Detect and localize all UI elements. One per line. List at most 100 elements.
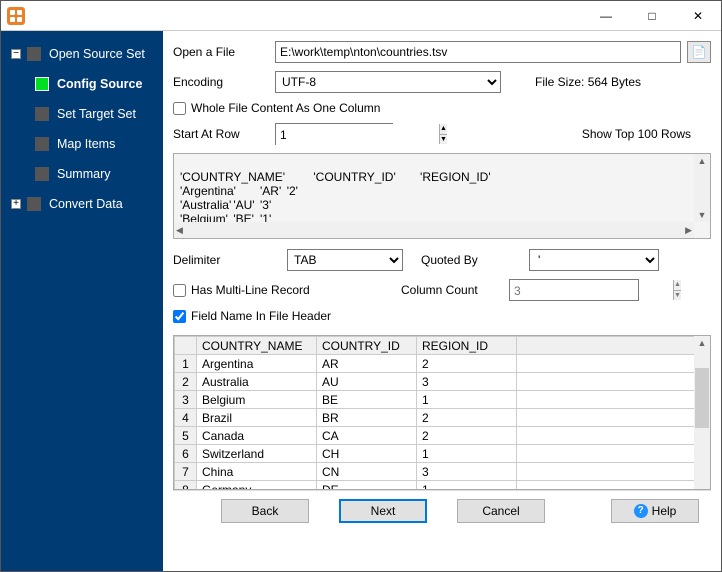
column-header[interactable]: REGION_ID xyxy=(417,337,517,355)
table-cell[interactable]: AU xyxy=(317,373,417,391)
file-size-text: File Size: 564 Bytes xyxy=(535,75,641,89)
spin-down-icon: ▼ xyxy=(674,291,681,301)
table-cell[interactable]: 1 xyxy=(417,481,517,491)
table-row[interactable]: 1ArgentinaAR2 xyxy=(175,355,710,373)
scroll-up-icon[interactable]: ▲ xyxy=(696,154,709,168)
minimize-button[interactable]: — xyxy=(583,1,629,31)
wizard-step-convert-data[interactable]: +Convert Data xyxy=(1,189,163,219)
table-cell[interactable]: Germany xyxy=(197,481,317,491)
table-cell[interactable]: Switzerland xyxy=(197,445,317,463)
table-cell[interactable]: BE xyxy=(317,391,417,409)
app-icon xyxy=(7,7,25,25)
table-cell[interactable]: BR xyxy=(317,409,417,427)
row-number-cell: 7 xyxy=(175,463,197,481)
preview-horizontal-scrollbar[interactable]: ◀ ▶ xyxy=(174,222,694,238)
wizard-step-set-target-set[interactable]: Set Target Set xyxy=(1,99,163,129)
wizard-steps-sidebar: − Open Source Set Config Source Set Target … xyxy=(1,31,163,571)
table-cell[interactable]: DE xyxy=(317,481,417,491)
next-button[interactable]: Next xyxy=(339,499,427,523)
delimiter-select[interactable]: TAB xyxy=(287,249,403,271)
expand-icon[interactable]: + xyxy=(11,199,21,209)
field-header-checkbox-input[interactable] xyxy=(173,310,186,323)
table-cell[interactable]: 1 xyxy=(417,391,517,409)
table-row[interactable]: 8GermanyDE1 xyxy=(175,481,710,491)
table-cell[interactable]: 3 xyxy=(417,373,517,391)
scrollbar-thumb[interactable] xyxy=(695,368,709,428)
table-cell[interactable]: China xyxy=(197,463,317,481)
table-cell[interactable]: Australia xyxy=(197,373,317,391)
wizard-step-config-source[interactable]: Config Source xyxy=(1,69,163,99)
wizard-footer: Back Next Cancel ? Help xyxy=(173,490,711,530)
encoding-select[interactable]: UTF-8 xyxy=(275,71,501,93)
table-cell[interactable]: 2 xyxy=(417,409,517,427)
wizard-step-summary[interactable]: Summary xyxy=(1,159,163,189)
table-cell-empty xyxy=(517,373,710,391)
table-cell[interactable]: Belgium xyxy=(197,391,317,409)
scroll-left-icon[interactable]: ◀ xyxy=(174,223,185,238)
quoted-by-select[interactable]: ' xyxy=(529,249,659,271)
spin-up-icon[interactable]: ▲ xyxy=(440,124,447,135)
help-button[interactable]: ? Help xyxy=(611,499,699,523)
table-cell[interactable]: CH xyxy=(317,445,417,463)
spin-down-icon[interactable]: ▼ xyxy=(440,135,447,145)
table-cell[interactable]: CA xyxy=(317,427,417,445)
row-number-cell: 4 xyxy=(175,409,197,427)
table-cell[interactable]: 2 xyxy=(417,427,517,445)
file-path-input[interactable] xyxy=(275,41,681,63)
scroll-down-icon[interactable]: ▼ xyxy=(696,208,709,222)
table-cell[interactable]: 1 xyxy=(417,445,517,463)
table-row[interactable]: 2AustraliaAU3 xyxy=(175,373,710,391)
browse-button[interactable]: 📄 xyxy=(687,41,711,63)
collapse-icon[interactable]: − xyxy=(11,49,21,59)
column-header[interactable]: COUNTRY_ID xyxy=(317,337,417,355)
scroll-up-icon[interactable]: ▲ xyxy=(696,336,709,350)
table-cell[interactable]: CN xyxy=(317,463,417,481)
start-row-input[interactable] xyxy=(276,124,439,146)
wizard-step-map-items[interactable]: Map Items xyxy=(1,129,163,159)
step-label: Config Source xyxy=(57,77,142,91)
field-header-checkbox[interactable]: Field Name In File Header xyxy=(173,309,331,323)
multiline-checkbox[interactable]: Has Multi-Line Record xyxy=(173,283,383,297)
open-file-label: Open a File xyxy=(173,45,269,59)
start-row-label: Start At Row xyxy=(173,127,269,141)
table-cell-empty xyxy=(517,427,710,445)
scroll-right-icon[interactable]: ▶ xyxy=(683,223,694,238)
table-row[interactable]: 4BrazilBR2 xyxy=(175,409,710,427)
table-cell-empty xyxy=(517,481,710,491)
multiline-checkbox-input[interactable] xyxy=(173,284,186,297)
table-row[interactable]: 7ChinaCN3 xyxy=(175,463,710,481)
table-row[interactable]: 6SwitzerlandCH1 xyxy=(175,445,710,463)
table-vertical-scrollbar[interactable]: ▲ xyxy=(694,336,710,489)
folder-icon: 📄 xyxy=(692,45,707,59)
wizard-step-open-source-set[interactable]: − Open Source Set xyxy=(1,39,163,69)
row-number-cell: 5 xyxy=(175,427,197,445)
step-status-icon xyxy=(35,137,49,151)
step-label: Open Source Set xyxy=(49,47,145,61)
table-cell[interactable]: Brazil xyxy=(197,409,317,427)
close-button[interactable]: ✕ xyxy=(675,1,721,31)
start-row-spinner[interactable]: ▲ ▼ xyxy=(275,123,393,145)
help-icon: ? xyxy=(634,504,648,518)
table-cell[interactable]: AR xyxy=(317,355,417,373)
whole-file-checkbox-input[interactable] xyxy=(173,102,186,115)
step-status-icon xyxy=(35,107,49,121)
whole-file-checkbox[interactable]: Whole File Content As One Column xyxy=(173,101,380,115)
column-header[interactable]: COUNTRY_NAME xyxy=(197,337,317,355)
maximize-button[interactable]: □ xyxy=(629,1,675,31)
step-label: Summary xyxy=(57,167,110,181)
wizard-window: — □ ✕ − Open Source Set Config Source Set T… xyxy=(0,0,722,572)
table-row[interactable]: 5CanadaCA2 xyxy=(175,427,710,445)
preview-vertical-scrollbar[interactable]: ▲ ▼ xyxy=(694,154,710,222)
spin-up-icon: ▲ xyxy=(674,280,681,291)
table-row[interactable]: 3BelgiumBE1 xyxy=(175,391,710,409)
table-cell-empty xyxy=(517,463,710,481)
step-status-icon xyxy=(27,47,41,61)
table-cell[interactable]: Canada xyxy=(197,427,317,445)
back-button[interactable]: Back xyxy=(221,499,309,523)
row-number-header xyxy=(175,337,197,355)
table-cell[interactable]: Argentina xyxy=(197,355,317,373)
table-cell[interactable]: 2 xyxy=(417,355,517,373)
table-cell[interactable]: 3 xyxy=(417,463,517,481)
cancel-button[interactable]: Cancel xyxy=(457,499,545,523)
step-status-icon xyxy=(27,197,41,211)
